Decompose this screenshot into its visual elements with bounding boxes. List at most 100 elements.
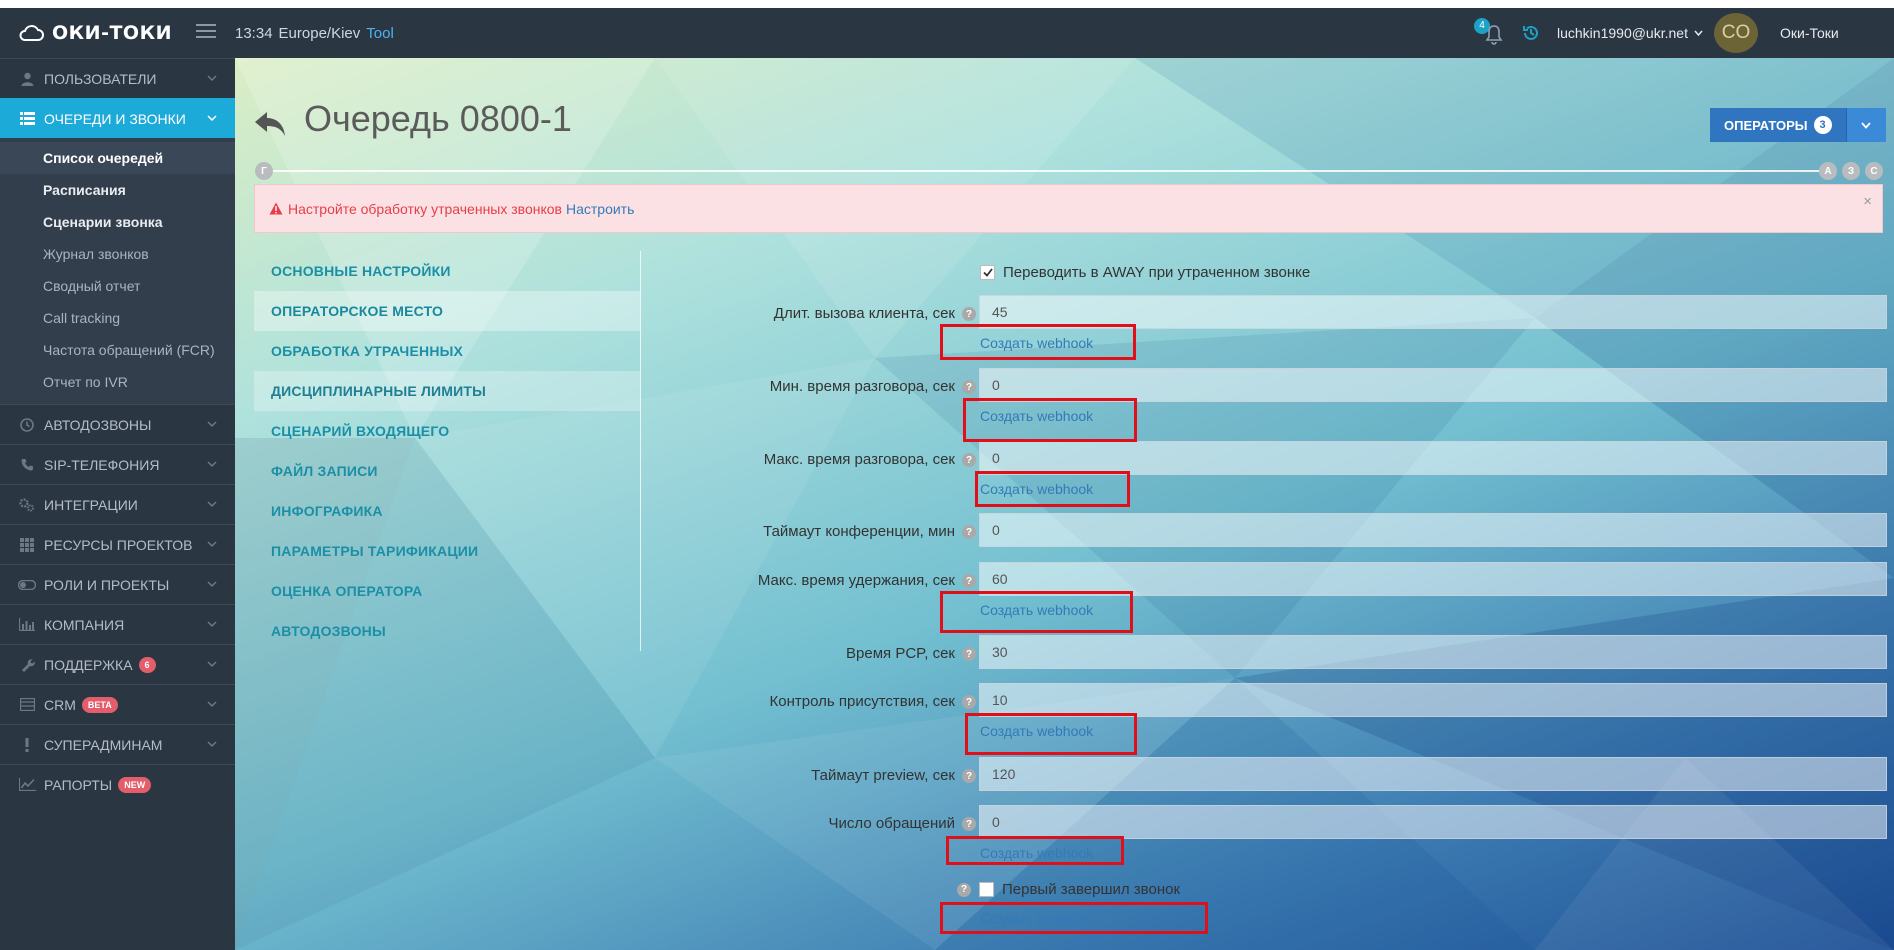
preview-timeout-label: Таймаут preview, сек [811, 767, 955, 784]
bell-icon[interactable] [1484, 23, 1504, 45]
clock-icon [18, 417, 36, 433]
submenu-item-queue-list[interactable]: Список очередей [0, 142, 235, 174]
submenu-item-schedules[interactable]: Расписания [0, 174, 235, 206]
submenu-item-call-tracking[interactable]: Call tracking [0, 302, 235, 334]
operators-label: ОПЕРАТОРЫ [1724, 117, 1808, 133]
user-email: luchkin1990@ukr.net [1557, 25, 1688, 41]
brand-logo[interactable]: ОКИ-ТОКИ [18, 8, 172, 58]
sidebar-item-autodial[interactable]: АВТОДОЗВОНЫ [0, 404, 235, 444]
help-icon[interactable]: ? [962, 769, 976, 784]
sidebar-item-label: ИНТЕГРАЦИИ [44, 496, 138, 513]
call-attempts-input[interactable]: 0 [979, 805, 1887, 839]
help-icon[interactable]: ? [962, 380, 976, 395]
timeline-marker-start[interactable]: Г [255, 162, 273, 180]
submenu-item-ivr-report[interactable]: Отчет по IVR [0, 366, 235, 398]
away-checkbox-row[interactable]: Переводить в AWAY при утраченном звонке [980, 264, 1310, 281]
help-icon[interactable]: ? [962, 574, 976, 589]
field-label: Таймаут конференции, мин? [656, 523, 976, 540]
sidebar-item-roles[interactable]: РОЛИ И ПРОЕКТЫ [0, 564, 235, 604]
field-label: Контроль присутствия, сек? [656, 693, 976, 710]
sidebar-item-project-resources[interactable]: РЕСУРСЫ ПРОЕКТОВ [0, 524, 235, 564]
submenu-item-call-log[interactable]: Журнал звонков [0, 238, 235, 270]
first-finished-row[interactable]: ? Первый завершил звонок [957, 881, 1180, 898]
sidebar-item-sip[interactable]: SIP-ТЕЛЕФОНИЯ [0, 444, 235, 484]
help-icon[interactable]: ? [957, 882, 971, 897]
settings-tabs: ОСНОВНЫЕ НАСТРОЙКИ ОПЕРАТОРСКОЕ МЕСТО ОБ… [254, 251, 640, 651]
sidebar-item-support[interactable]: ПОДДЕРЖКА 6 [0, 644, 235, 684]
alert-configure-link[interactable]: Настроить [566, 201, 634, 217]
sidebar-item-crm[interactable]: CRM BETA [0, 684, 235, 724]
help-icon[interactable]: ? [962, 647, 976, 662]
sidebar-item-reports[interactable]: РАПОРТЫ NEW [0, 764, 235, 804]
tab-operator-rating[interactable]: ОЦЕНКА ОПЕРАТОРА [254, 571, 640, 611]
close-icon[interactable]: × [1863, 193, 1872, 210]
tab-disciplinary-limits[interactable]: ДИСЦИПЛИНАРНЫЕ ЛИМИТЫ [254, 371, 640, 411]
operators-count-badge: 3 [1813, 116, 1832, 134]
crm-beta-badge: BETA [81, 696, 118, 713]
timeline-marker-z[interactable]: З [1842, 162, 1860, 180]
conference-timeout-input[interactable]: 0 [979, 513, 1887, 547]
timeline-marker-s[interactable]: С [1865, 162, 1883, 180]
pcp-time-input[interactable]: 30 [979, 635, 1887, 669]
presence-control-input[interactable]: 10 [979, 683, 1887, 717]
submenu-item-fcr[interactable]: Частота обращений (FCR) [0, 334, 235, 366]
sidebar-item-superadmins[interactable]: СУПЕРАДМИНАМ [0, 724, 235, 764]
submenu-item-call-scenarios[interactable]: Сценарии звонка [0, 206, 235, 238]
user-display-name[interactable]: Оки-Токи [1780, 8, 1839, 58]
help-icon[interactable]: ? [962, 817, 976, 832]
timeline-line [265, 170, 1825, 172]
annotation-highlight-box [975, 471, 1130, 507]
reports-new-badge: NEW [118, 776, 152, 793]
preview-timeout-input[interactable]: 120 [979, 757, 1887, 791]
tab-infographics[interactable]: ИНФОГРАФИКА [254, 491, 640, 531]
back-arrow-icon[interactable] [253, 110, 287, 138]
field-label: Число обращений? [656, 815, 976, 832]
sidebar-item-queues[interactable]: ОЧЕРЕДИ И ЗВОНКИ [0, 98, 235, 138]
chevron-down-icon [207, 541, 217, 548]
tab-operator-workplace[interactable]: ОПЕРАТОРСКОЕ МЕСТО [254, 291, 640, 331]
menu-toggle-icon[interactable] [196, 24, 216, 40]
sidebar-item-label: КОМПАНИЯ [44, 616, 125, 633]
tab-autodial[interactable]: АВТОДОЗВОНЫ [254, 611, 640, 651]
min-talk-time-input[interactable]: 0 [979, 368, 1887, 402]
operators-button[interactable]: ОПЕРАТОРЫ 3 [1710, 108, 1846, 142]
current-time: 13:34 [235, 24, 273, 42]
tab-lost-calls[interactable]: ОБРАБОТКА УТРАЧЕННЫХ [254, 331, 640, 371]
avatar[interactable]: CO [1714, 13, 1758, 53]
help-icon[interactable]: ? [962, 695, 976, 710]
first-finished-checkbox[interactable] [979, 882, 994, 897]
list-icon [18, 111, 36, 127]
help-icon[interactable]: ? [962, 525, 976, 540]
tab-basic-settings[interactable]: ОСНОВНЫЕ НАСТРОЙКИ [254, 251, 640, 291]
gears-icon [18, 497, 36, 513]
help-icon[interactable]: ? [962, 453, 976, 468]
operators-dropdown-toggle[interactable] [1845, 108, 1886, 142]
field-label: Длит. вызова клиента, сек? [656, 305, 976, 322]
sidebar-item-users[interactable]: ПОЛЬЗОВАТЕЛИ [0, 58, 235, 98]
help-icon[interactable]: ? [962, 307, 976, 322]
cloud-icon [19, 25, 44, 41]
user-icon [18, 71, 36, 87]
chevron-down-icon [1694, 30, 1703, 36]
chevron-down-icon [207, 741, 217, 748]
sidebar-item-company[interactable]: КОМПАНИЯ [0, 604, 235, 644]
max-talk-time-input[interactable]: 0 [979, 441, 1887, 475]
sidebar-item-label: СУПЕРАДМИНАМ [44, 736, 163, 753]
timeline-marker-a[interactable]: А [1819, 162, 1837, 180]
max-talk-time-label: Макс. время разговора, сек [763, 451, 955, 468]
away-checkbox[interactable] [980, 265, 995, 280]
bar-chart-icon [18, 617, 36, 633]
submenu-item-summary-report[interactable]: Сводный отчет [0, 270, 235, 302]
field-label: Макс. время разговора, сек? [656, 451, 976, 468]
chevron-down-icon [207, 461, 217, 468]
lost-calls-alert: Настройте обработку утраченных звонков Н… [254, 184, 1883, 233]
tab-recording-file[interactable]: ФАЙЛ ЗАПИСИ [254, 451, 640, 491]
tab-billing-parameters[interactable]: ПАРАМЕТРЫ ТАРИФИКАЦИИ [254, 531, 640, 571]
tab-incoming-scenario[interactable]: СЦЕНАРИЙ ВХОДЯЩЕГО [254, 411, 640, 451]
sidebar-item-integrations[interactable]: ИНТЕГРАЦИИ [0, 484, 235, 524]
user-menu-toggle[interactable]: luchkin1990@ukr.net [1557, 8, 1703, 58]
history-icon[interactable] [1522, 24, 1540, 42]
grid-icon [18, 537, 36, 553]
tool-link[interactable]: Tool [366, 25, 394, 42]
timezone-label: Europe/Kiev [278, 24, 361, 42]
